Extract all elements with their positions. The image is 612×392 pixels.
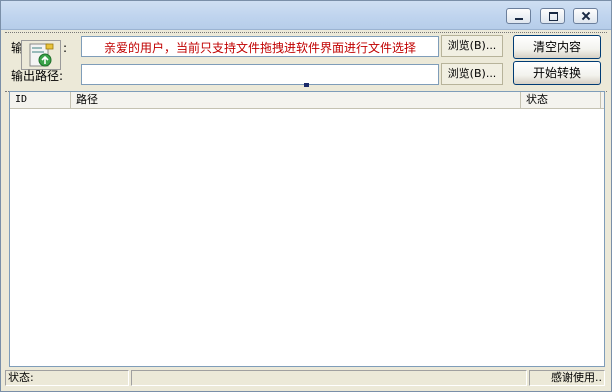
status-pane-middle bbox=[131, 370, 527, 386]
close-button[interactable] bbox=[573, 8, 598, 24]
file-add-icon bbox=[29, 43, 54, 67]
browse-input-button[interactable]: 浏览(B)... bbox=[441, 35, 503, 57]
minimize-button[interactable] bbox=[506, 8, 531, 24]
app-window: 输入 : 亲爱的用户，当前只支持文件拖拽进软件界面进行文件选择 浏览(B)...… bbox=[0, 0, 612, 392]
status-pane-right: 感谢使用.. bbox=[529, 370, 605, 386]
maximize-icon bbox=[541, 9, 564, 23]
input-hint-text: 亲爱的用户，当前只支持文件拖拽进软件界面进行文件选择 bbox=[103, 41, 416, 55]
status-bar: 状态: 感谢使用.. bbox=[5, 369, 607, 387]
input-label-colon: : bbox=[63, 41, 68, 55]
close-icon bbox=[574, 9, 597, 23]
status-pane-left: 状态: bbox=[5, 370, 129, 386]
clear-button[interactable]: 清空内容 bbox=[513, 35, 601, 59]
drop-target[interactable] bbox=[21, 40, 61, 70]
output-label: 输出路径: bbox=[11, 69, 64, 83]
input-file-field[interactable]: 亲爱的用户，当前只支持文件拖拽进软件界面进行文件选择 bbox=[81, 36, 439, 57]
browse-output-button[interactable]: 浏览(B)... bbox=[441, 63, 503, 85]
file-list[interactable]: ID 路径 状态 bbox=[9, 91, 605, 367]
maximize-button[interactable] bbox=[540, 8, 565, 24]
convert-button[interactable]: 开始转换 bbox=[513, 61, 601, 85]
main-panel: 输入 : 亲爱的用户，当前只支持文件拖拽进软件界面进行文件选择 浏览(B)...… bbox=[5, 32, 607, 387]
list-header: ID 路径 状态 bbox=[10, 92, 604, 109]
column-header-path[interactable]: 路径 bbox=[71, 92, 521, 108]
title-bar[interactable] bbox=[1, 1, 611, 30]
column-header-status[interactable]: 状态 bbox=[521, 92, 601, 108]
output-path-field[interactable] bbox=[81, 64, 439, 85]
resize-handle[interactable] bbox=[304, 83, 309, 87]
column-header-filler bbox=[601, 92, 606, 108]
column-header-id[interactable]: ID bbox=[10, 92, 71, 108]
minimize-icon bbox=[507, 9, 530, 23]
